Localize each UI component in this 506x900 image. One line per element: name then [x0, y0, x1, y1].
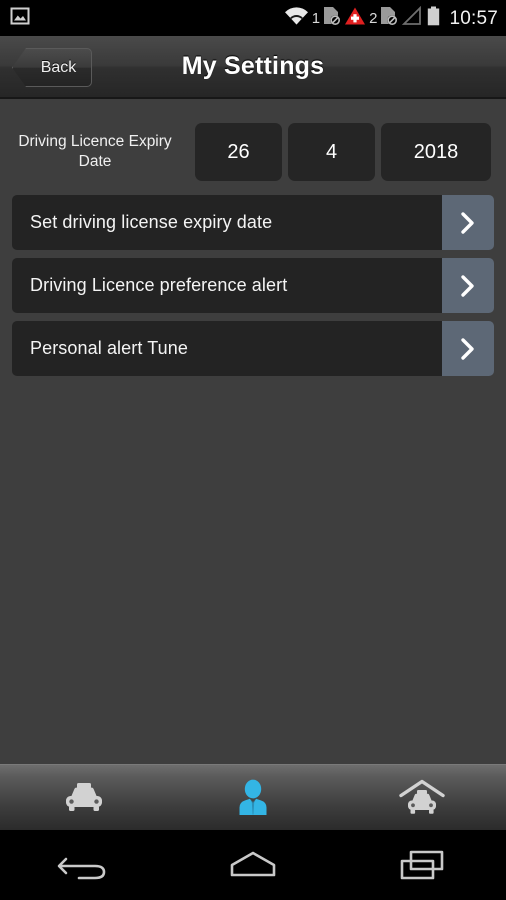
- sim1-label: 1: [311, 9, 321, 27]
- chevron-right-icon[interactable]: [442, 321, 494, 376]
- wifi-icon: [284, 6, 309, 30]
- chevron-right-icon[interactable]: [442, 258, 494, 313]
- list-item[interactable]: Driving Licence preference alert: [12, 258, 494, 313]
- expiry-month-field[interactable]: 4: [288, 123, 375, 181]
- list-item[interactable]: Personal alert Tune: [12, 321, 494, 376]
- status-bar-indicators: 1 2 10:57: [284, 5, 498, 31]
- android-back-icon[interactable]: [0, 847, 169, 883]
- back-button-label: Back: [40, 58, 77, 76]
- status-bar-clock: 10:57: [449, 7, 498, 29]
- expiry-date-label: Driving Licence Expiry Date: [18, 133, 172, 170]
- list-item-body[interactable]: Driving Licence preference alert: [12, 258, 442, 313]
- list-item[interactable]: Set driving license expiry date: [12, 195, 494, 250]
- android-nav-bar: [0, 830, 506, 900]
- android-home-icon[interactable]: [169, 847, 338, 883]
- tab-driver-profile[interactable]: [169, 765, 338, 830]
- battery-icon: [426, 6, 441, 31]
- taxi-icon: [60, 781, 108, 815]
- list-item-label: Set driving license expiry date: [30, 212, 273, 232]
- driver-person-icon: [233, 778, 273, 818]
- settings-list: Set driving license expiry date Driving …: [0, 195, 506, 384]
- chevron-right-icon[interactable]: [442, 195, 494, 250]
- photo-icon: [10, 7, 30, 30]
- app-screen: 1 2 10:57 My Settings Back Driving Licen…: [0, 0, 506, 900]
- no-signal-icon: [401, 5, 423, 31]
- list-item-body[interactable]: Personal alert Tune: [12, 321, 442, 376]
- expiry-date-fields: 26 4 2018: [195, 123, 491, 181]
- list-item-label: Personal alert Tune: [30, 338, 188, 358]
- android-recents-icon[interactable]: [337, 847, 506, 883]
- status-bar-notifications: [10, 7, 30, 30]
- sim2-label: 2: [369, 9, 378, 27]
- sim-card-disabled-icon: [322, 6, 341, 31]
- tab-taxi[interactable]: [0, 765, 169, 830]
- settings-content: Driving Licence Expiry Date 26 4 2018 Se…: [0, 101, 506, 764]
- expiry-day-field[interactable]: 26: [195, 123, 282, 181]
- status-bar: 1 2 10:57: [0, 0, 506, 36]
- expiry-date-row: Driving Licence Expiry Date 26 4 2018: [0, 120, 506, 184]
- sim-card-disabled-icon-2: [379, 6, 398, 31]
- tab-taxi-garage[interactable]: [337, 765, 506, 830]
- title-bar: My Settings Back: [0, 36, 506, 99]
- expiry-year-field[interactable]: 2018: [381, 123, 491, 181]
- list-item-body[interactable]: Set driving license expiry date: [12, 195, 442, 250]
- back-button[interactable]: Back: [12, 48, 92, 87]
- bottom-tab-bar: [0, 764, 506, 830]
- taxi-garage-icon: [396, 779, 448, 817]
- emergency-alert-icon: [344, 6, 366, 31]
- list-item-label: Driving Licence preference alert: [30, 275, 288, 295]
